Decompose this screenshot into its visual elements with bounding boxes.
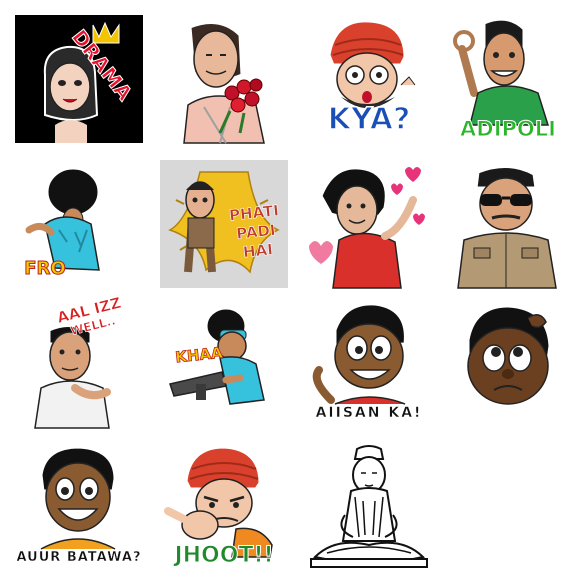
sticker-scratch[interactable] xyxy=(444,300,572,428)
sticker-hearts[interactable] xyxy=(305,160,433,289)
jhoot-caption: JHOOT!! xyxy=(174,543,274,568)
sticker-roses[interactable] xyxy=(160,15,288,144)
aiisan-ka-caption: AIISAN KA! xyxy=(315,405,423,421)
fro-caption: FRO xyxy=(24,258,66,279)
sticker-cop[interactable] xyxy=(444,160,572,289)
phati-caption: PHATI PADI HAI xyxy=(225,201,287,264)
sticker-auur-batawa[interactable]: AUUR BATAWA? xyxy=(15,445,143,573)
sticker-buddha[interactable] xyxy=(305,445,433,573)
sticker-fro[interactable]: FRO xyxy=(15,160,143,288)
sticker-drama[interactable]: DRAMA xyxy=(15,15,143,143)
sticker-jhoot[interactable]: JHOOT!! xyxy=(160,445,288,573)
kya-caption: KYA? xyxy=(327,102,411,137)
sticker-kya[interactable]: KYA? xyxy=(305,15,433,143)
sticker-khaa[interactable]: KHAA xyxy=(160,300,288,428)
sticker-aiisan-ka[interactable]: AIISAN KA! xyxy=(305,300,433,428)
sticker-adipoli[interactable]: ADIPOLI xyxy=(444,15,572,143)
sticker-phati-padi-hai[interactable]: PHATI PADI HAI xyxy=(160,160,288,288)
auur-batawa-caption: AUUR BATAWA? xyxy=(16,550,142,565)
adipoli-caption: ADIPOLI xyxy=(460,117,557,141)
sticker-aal-izz-well[interactable]: AAL IZZ WELL.. xyxy=(15,293,143,429)
